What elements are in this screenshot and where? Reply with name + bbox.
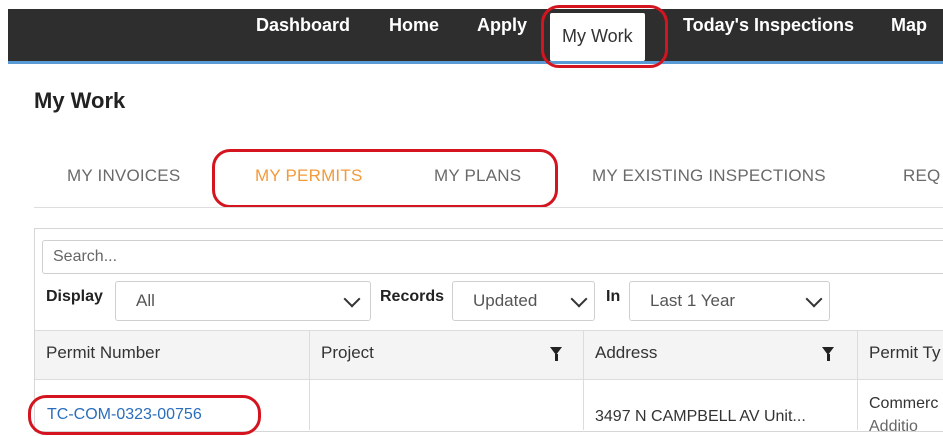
permit-type-cell-line1: Commerc <box>869 395 939 412</box>
column-divider <box>583 330 584 430</box>
chevron-down-icon <box>805 290 823 308</box>
column-divider <box>857 330 858 430</box>
tab-my-permits[interactable]: MY PERMITS <box>255 166 362 186</box>
records-select[interactable]: Updated <box>452 281 595 321</box>
tab-requests[interactable]: REQ <box>903 166 940 186</box>
column-header-project[interactable]: Project <box>321 343 374 363</box>
display-select[interactable]: All <box>115 281 371 321</box>
column-header-permit-number[interactable]: Permit Number <box>46 343 160 363</box>
table-header <box>35 330 943 380</box>
permit-type-cell-line2: Additio <box>869 418 918 435</box>
in-select-value: Last 1 Year <box>650 291 736 310</box>
in-label: In <box>606 288 621 305</box>
address-cell: 3497 N CAMPBELL AV Unit... <box>595 408 806 425</box>
display-select-value: All <box>136 291 155 310</box>
filter-icon[interactable] <box>822 347 834 361</box>
nav-apply[interactable]: Apply <box>477 0 527 52</box>
records-select-value: Updated <box>473 291 538 310</box>
filter-icon[interactable] <box>550 347 562 361</box>
in-select[interactable]: Last 1 Year <box>629 281 830 321</box>
display-label: Display <box>46 288 103 305</box>
nav-map[interactable]: Map <box>891 0 927 52</box>
nav-home[interactable]: Home <box>389 0 439 52</box>
nav-todays-inspections[interactable]: Today's Inspections <box>683 0 854 52</box>
tab-my-existing-inspections[interactable]: MY EXISTING INSPECTIONS <box>592 166 826 186</box>
tab-my-plans[interactable]: MY PLANS <box>434 166 521 186</box>
column-header-address[interactable]: Address <box>595 343 657 363</box>
chevron-down-icon <box>570 290 588 308</box>
nav-my-work[interactable]: My Work <box>550 13 645 61</box>
nav-dashboard[interactable]: Dashboard <box>256 0 350 52</box>
column-divider <box>309 330 310 430</box>
page-title: My Work <box>34 88 126 113</box>
records-label: Records <box>380 288 445 305</box>
search-input[interactable] <box>42 240 943 274</box>
chevron-down-icon <box>343 290 361 308</box>
column-header-permit-type[interactable]: Permit Ty <box>869 343 940 363</box>
permit-number-link[interactable]: TC-COM-0323-00756 <box>47 406 202 424</box>
tabs-divider <box>34 207 943 208</box>
tab-my-invoices[interactable]: MY INVOICES <box>67 166 180 186</box>
